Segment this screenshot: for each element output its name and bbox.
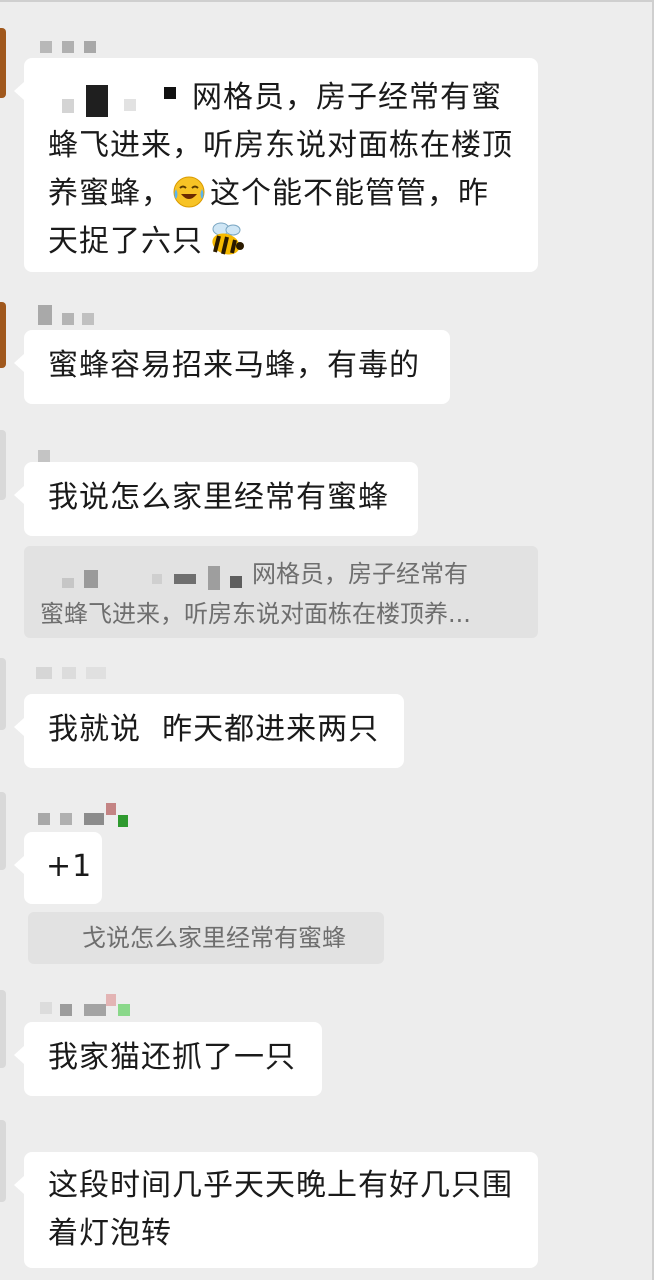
message-bubble[interactable]: 我就说 昨天都进来两只 (14, 694, 404, 768)
message-text: 这段时间几乎天天晚上有好几只围 (48, 1168, 513, 1203)
message-bubble[interactable]: 这段时间几乎天天晚上有好几只围 着灯泡转 (14, 1152, 538, 1268)
quote-line: 网格员，房子经常有 (40, 554, 522, 594)
avatar[interactable] (0, 28, 6, 98)
window-border-top (0, 0, 654, 2)
avatar[interactable] (0, 302, 6, 368)
avatar[interactable] (0, 658, 6, 730)
quoted-reply[interactable]: 戈说怎么家里经常有蜜蜂 (28, 912, 384, 964)
message-text: 这个能不能管管，昨 (210, 176, 489, 211)
message-bubble[interactable]: 蜜蜂容易招来马蜂，有毒的 (14, 330, 450, 404)
message-text: 网格员，房子经常有蜜 (192, 80, 502, 115)
message-bubble[interactable]: 我家猫还抓了一只 (14, 1022, 322, 1096)
redacted-mention (48, 81, 192, 117)
message-bubble[interactable]: 网格员，房子经常有蜜 蜂飞进来，听房东说对面栋在楼顶 养蜜蜂， 这个能不能管管，… (14, 58, 538, 272)
message-text: 着灯泡转 (48, 1216, 172, 1251)
message-text: 蜜蜂容易招来马蜂，有毒的 (48, 348, 420, 383)
redacted-mention (40, 560, 252, 590)
message-line: 养蜜蜂， 这个能不能管管，昨 (48, 170, 514, 218)
message-text: 我就说 昨天都进来两只 (48, 712, 380, 747)
sender-name-blurred (36, 664, 116, 682)
message-text: +1 (46, 849, 93, 884)
message-line: 天捉了六只 (48, 218, 514, 266)
bee-icon (212, 222, 244, 255)
message-bubble[interactable]: 我说怎么家里经常有蜜蜂 (14, 462, 418, 536)
sender-name-blurred (38, 803, 138, 827)
message-bubble[interactable]: +1 (14, 832, 102, 904)
message-text: 蜂飞进来，听房东说对面栋在楼顶 (48, 128, 513, 163)
message-text: 天捉了六只 (48, 224, 203, 259)
sender-name-blurred (40, 38, 100, 56)
quoted-reply[interactable]: 网格员，房子经常有 蜜蜂飞进来，听房东说对面栋在楼顶养... (24, 546, 538, 638)
quote-text: 网格员，房子经常有 (252, 560, 468, 588)
avatar[interactable] (0, 430, 6, 500)
quote-text: 戈说怎么家里经常有蜜蜂 (82, 924, 346, 952)
sender-name-blurred (40, 994, 140, 1016)
message-text: 我家猫还抓了一只 (48, 1040, 296, 1075)
laughing-crying-icon (173, 176, 205, 207)
avatar[interactable] (0, 990, 6, 1068)
avatar[interactable] (0, 1120, 6, 1202)
sender-name-blurred (38, 305, 98, 325)
quote-text: 蜜蜂飞进来，听房东说对面栋在楼顶养... (40, 600, 471, 628)
avatar[interactable] (0, 792, 6, 870)
message-line: 网格员，房子经常有蜜 (48, 74, 514, 122)
message-text: 我说怎么家里经常有蜜蜂 (48, 480, 389, 515)
message-text: 养蜜蜂， (48, 176, 172, 211)
